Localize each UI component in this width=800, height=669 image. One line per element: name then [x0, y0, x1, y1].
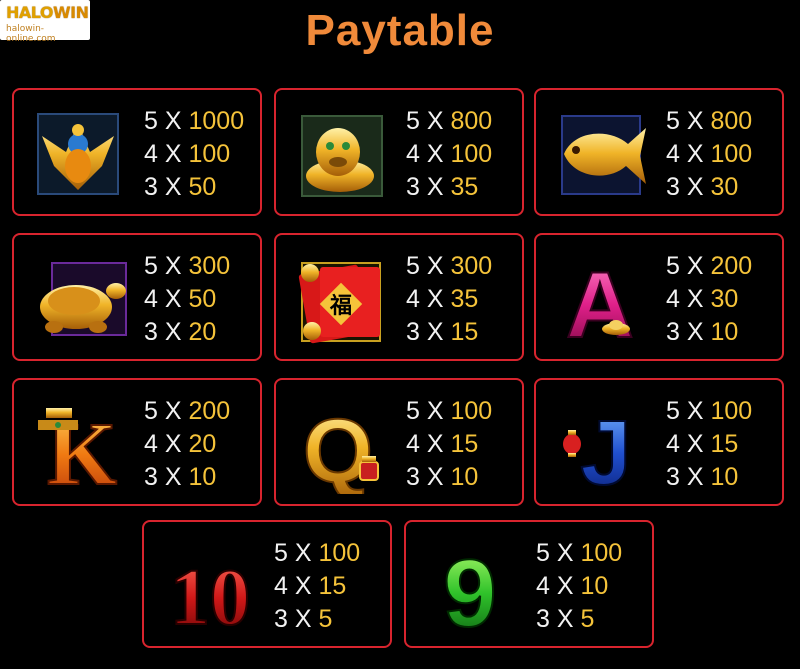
pay-line: 5 X 100 — [536, 539, 623, 567]
pay-line: 3 X 50 — [144, 173, 217, 201]
pay-line: 4 X 100 — [666, 140, 753, 168]
pay-line: 3 X 15 — [406, 318, 479, 346]
phoenix-icon — [37, 113, 119, 195]
letter-a-icon: A — [565, 251, 635, 349]
pay-line: 3 X 10 — [666, 318, 739, 346]
envelope-glyph: 福 — [329, 294, 352, 319]
pay-line: 4 X 15 — [406, 430, 479, 458]
pay-line: 3 X 10 — [666, 463, 739, 491]
letter-q-icon: Q — [302, 401, 379, 494]
pay-line: 3 X 20 — [144, 318, 217, 346]
symbol-glyph: 10 — [170, 554, 250, 636]
pay-line: 5 X 100 — [274, 539, 361, 567]
symbol-glyph: 9 — [443, 540, 496, 636]
pay-line: 5 X 200 — [144, 397, 231, 425]
paytable-card: 5 X 800 4 X 100 3 X 30 — [534, 88, 784, 216]
paytable-card: A 5 X 200 4 X 30 3 X 10 — [534, 233, 784, 361]
pay-line: 4 X 100 — [406, 140, 493, 168]
paytable-card: 9 5 X 100 4 X 10 3 X 5 — [404, 520, 654, 648]
red-envelope-icon: 福 — [298, 262, 381, 344]
pay-line: 4 X 50 — [144, 285, 217, 313]
turtle-icon — [40, 262, 127, 336]
pay-line: 5 X 200 — [666, 252, 753, 280]
paytable-card: 5 X 1000 4 X 100 3 X 50 — [12, 88, 262, 216]
paytable-card: 福 5 X 300 4 X 35 3 X 15 — [274, 233, 524, 361]
pay-line: 5 X 800 — [406, 107, 493, 135]
pay-line: 3 X 10 — [144, 463, 217, 491]
page-title: Paytable — [305, 6, 495, 55]
pay-line: 5 X 800 — [666, 107, 753, 135]
pay-line: 4 X 15 — [666, 430, 739, 458]
pay-line: 5 X 100 — [666, 397, 753, 425]
symbol-glyph: K — [47, 405, 117, 494]
paytable-card: 10 5 X 100 4 X 15 3 X 5 — [142, 520, 392, 648]
pay-line: 4 X 20 — [144, 430, 217, 458]
paytable-card: 5 X 300 4 X 50 3 X 20 — [12, 233, 262, 361]
pay-line: 3 X 35 — [406, 173, 479, 201]
symbol-glyph: A — [566, 252, 634, 349]
pay-line: 3 X 5 — [274, 605, 333, 633]
pay-line: 3 X 5 — [536, 605, 595, 633]
pay-line: 5 X 300 — [406, 252, 493, 280]
pay-line: 4 X 30 — [666, 285, 739, 313]
letter-j-icon: J — [563, 401, 633, 494]
pay-line: 4 X 10 — [536, 572, 609, 600]
pay-line: 3 X 10 — [406, 463, 479, 491]
number-9-icon: 9 — [442, 539, 497, 636]
pay-line: 5 X 300 — [144, 252, 231, 280]
koi-icon — [561, 115, 646, 195]
number-10-icon: 10 — [169, 553, 251, 636]
paytable-card: 5 X 800 4 X 100 3 X 35 — [274, 88, 524, 216]
symbol-glyph: J — [580, 402, 631, 494]
pay-line: 5 X 100 — [406, 397, 493, 425]
paytable-card: K 5 X 200 4 X 20 3 X 10 — [12, 378, 262, 506]
pay-line: 5 X 1000 — [144, 107, 245, 135]
lion-icon — [301, 115, 383, 197]
pay-line: 4 X 15 — [274, 572, 347, 600]
letter-k-icon: K — [38, 404, 118, 494]
pay-line: 4 X 35 — [406, 285, 479, 313]
paytable-card: J 5 X 100 4 X 15 3 X 10 — [534, 378, 784, 506]
pay-line: 4 X 100 — [144, 140, 231, 168]
paytable-card: Q 5 X 100 4 X 15 3 X 10 — [274, 378, 524, 506]
pay-line: 3 X 30 — [666, 173, 739, 201]
